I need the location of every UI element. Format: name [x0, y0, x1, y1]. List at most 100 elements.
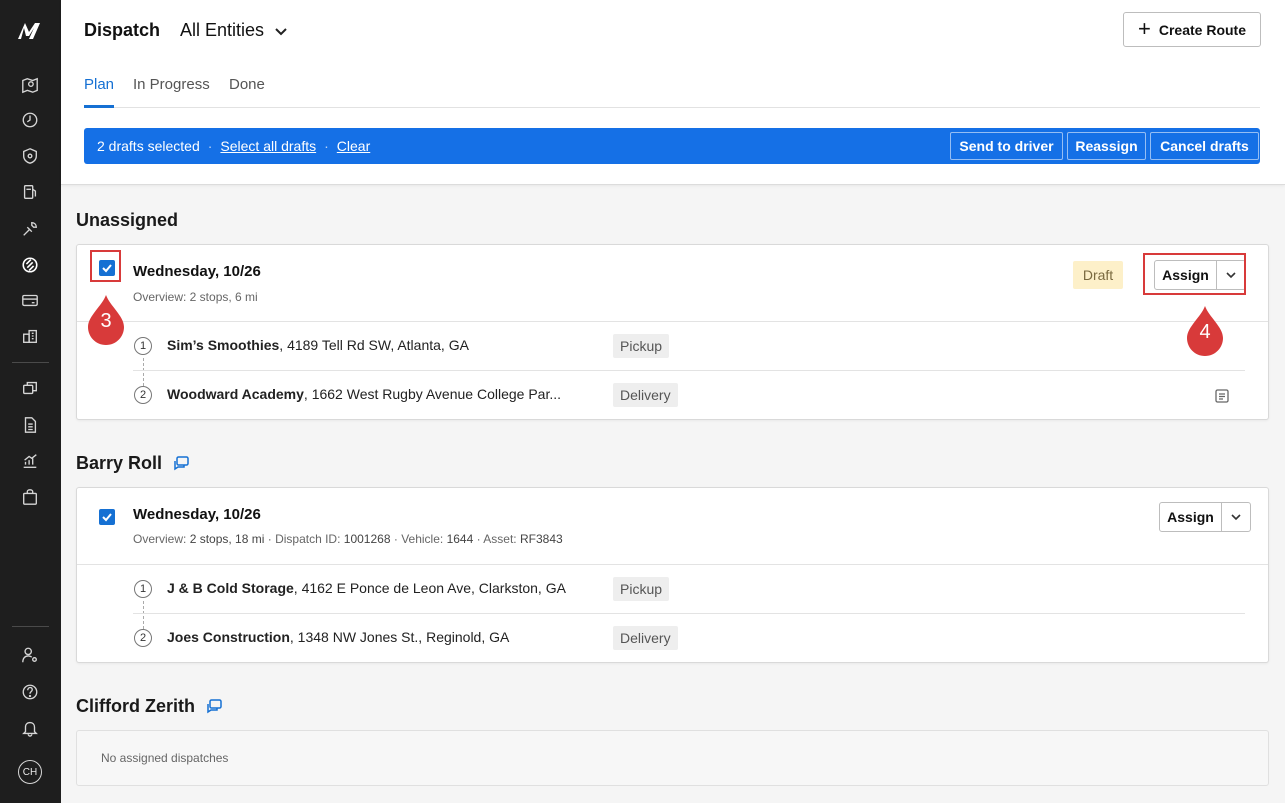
separator: · — [207, 138, 213, 154]
tab-plan[interactable]: Plan — [84, 76, 114, 93]
section-title-text: Barry Roll — [76, 453, 163, 473]
overview-label: Overview: — [133, 532, 187, 546]
page-title: Dispatch — [84, 20, 161, 40]
asset-value: RF3843 — [519, 532, 563, 546]
document-icon[interactable] — [20, 415, 40, 435]
assign-split-button: Assign — [1159, 502, 1251, 532]
sidebar-divider — [12, 362, 49, 363]
reassign-button[interactable]: Reassign — [1067, 132, 1146, 160]
stop-name: Sim’s Smoothies — [167, 337, 280, 353]
sidebar: CH — [0, 0, 61, 803]
section-title-text: Unassigned — [76, 210, 179, 230]
stop-type-badge: Delivery — [613, 383, 678, 407]
highlight-box-checkbox — [90, 250, 121, 282]
send-to-driver-button[interactable]: Send to driver — [950, 132, 1063, 160]
active-tab-indicator — [84, 105, 114, 108]
select-all-drafts-link[interactable]: Select all drafts — [220, 138, 316, 154]
step-marker-4: 4 — [1185, 305, 1225, 357]
dispatch-card: Wednesday, 10/26 Overview: 2 stops, 6 mi… — [76, 244, 1269, 420]
tab-done[interactable]: Done — [229, 76, 265, 93]
bell-icon[interactable] — [20, 718, 40, 738]
entity-select[interactable]: All Entities — [180, 20, 288, 41]
section-title-text: Clifford Zerith — [76, 696, 195, 716]
dispatch-id-label: Dispatch ID: — [275, 532, 341, 546]
section-title-barry-roll: Barry Roll — [76, 453, 190, 474]
dispatch-date: Wednesday, 10/26 — [133, 506, 261, 523]
cancel-drafts-button[interactable]: Cancel drafts — [1150, 132, 1259, 160]
plus-icon: + — [1138, 15, 1151, 41]
bag-icon[interactable] — [20, 487, 40, 507]
avatar[interactable]: CH — [18, 760, 42, 784]
dispatch-card: Wednesday, 10/26 Overview: 2 stops, 18 m… — [76, 487, 1269, 663]
chat-icon[interactable] — [205, 698, 223, 716]
select-checkbox[interactable] — [99, 509, 115, 525]
overview-value: 2 stops, 18 mi — [189, 532, 265, 546]
create-route-label: Create Route — [1158, 21, 1246, 38]
card-header: Wednesday, 10/26 Overview: 2 stops, 18 m… — [77, 488, 1268, 565]
stop-type-badge: Pickup — [613, 577, 670, 601]
stop-number: 1 — [134, 337, 152, 355]
assign-button[interactable]: Assign — [1160, 503, 1222, 531]
status-badge: Draft — [1073, 261, 1123, 289]
create-route-button[interactable]: + Create Route — [1123, 12, 1261, 47]
page-header: Dispatch All Entities + Create Route Pla… — [61, 0, 1285, 185]
list-item[interactable]: 2 Woodward Academy, 1662 West Rugby Aven… — [133, 371, 1245, 420]
stop-type-badge: Delivery — [613, 626, 678, 650]
tab-bar: Plan In Progress Done — [84, 66, 1260, 108]
stop-name: Woodward Academy — [167, 386, 304, 402]
section-title-unassigned: Unassigned — [76, 210, 178, 231]
brand-logo[interactable] — [16, 20, 44, 42]
fuel-icon[interactable] — [20, 182, 40, 202]
selection-count: 2 drafts selected — [97, 138, 200, 154]
step-marker-label: 3 — [100, 310, 112, 332]
stop-street: , 4162 E Ponce de Leon Ave, Clarkston, G… — [293, 580, 566, 596]
step-marker-3: 3 — [86, 294, 126, 346]
stop-street: , 1348 NW Jones St., Reginold, GA — [289, 629, 510, 645]
entity-select-label: All Entities — [180, 20, 265, 40]
dispatch-overview: Overview: 2 stops, 18 mi · Dispatch ID: … — [133, 532, 563, 546]
stop-number: 2 — [134, 386, 152, 404]
section-title-clifford-zerith: Clifford Zerith — [76, 696, 223, 717]
asset-label: Asset: — [483, 532, 517, 546]
tab-in-progress[interactable]: In Progress — [133, 76, 210, 93]
chevron-down-icon — [1231, 514, 1241, 521]
wrench-icon[interactable] — [20, 219, 40, 239]
card-header: Wednesday, 10/26 Overview: 2 stops, 6 mi… — [77, 245, 1268, 322]
card-icon[interactable] — [20, 290, 40, 310]
chevron-down-icon — [275, 27, 287, 35]
stop-street: , 4189 Tell Rd SW, Atlanta, GA — [279, 337, 469, 353]
user-settings-icon[interactable] — [20, 645, 40, 665]
chat-icon[interactable] — [172, 455, 190, 473]
highlight-box-assign — [1143, 253, 1246, 295]
stop-name: Joes Construction — [167, 629, 290, 645]
list-item[interactable]: 1 Sim’s Smoothies, 4189 Tell Rd SW, Atla… — [133, 322, 1245, 371]
stop-street: , 1662 West Rugby Avenue College Par... — [303, 386, 562, 402]
stop-name: J & B Cold Storage — [167, 580, 294, 596]
map-icon[interactable] — [20, 75, 40, 95]
buildings-icon[interactable] — [20, 326, 40, 346]
empty-state-text: No assigned dispatches — [101, 751, 229, 765]
dispatch-overview: Overview: 2 stops, 6 mi — [133, 290, 258, 304]
selection-bar: 2 drafts selected · Select all drafts · … — [84, 128, 1260, 164]
stop-number: 1 — [134, 580, 152, 598]
help-icon[interactable] — [20, 682, 40, 702]
separator: · — [267, 532, 276, 546]
chart-icon[interactable] — [20, 451, 40, 471]
vehicle-label: Vehicle: — [401, 532, 444, 546]
clock-icon[interactable] — [20, 110, 40, 130]
dispatch-date: Wednesday, 10/26 — [133, 263, 261, 280]
empty-state-card: No assigned dispatches — [76, 730, 1269, 786]
stop-address: Joes Construction, 1348 NW Jones St., Re… — [167, 629, 509, 645]
note-icon[interactable] — [1214, 388, 1230, 404]
copy-icon[interactable] — [20, 378, 40, 398]
assign-dropdown-toggle[interactable] — [1222, 503, 1250, 531]
shield-icon[interactable] — [20, 146, 40, 166]
dispatch-route-icon[interactable] — [20, 255, 40, 275]
dispatch-id-value: 1001268 — [343, 532, 391, 546]
list-item[interactable]: 2 Joes Construction, 1348 NW Jones St., … — [133, 614, 1245, 663]
separator: · — [324, 138, 329, 154]
step-marker-label: 4 — [1199, 321, 1211, 343]
clear-selection-link[interactable]: Clear — [337, 138, 370, 154]
vehicle-value: 1644 — [446, 532, 474, 546]
list-item[interactable]: 1 J & B Cold Storage, 4162 E Ponce de Le… — [133, 565, 1245, 614]
